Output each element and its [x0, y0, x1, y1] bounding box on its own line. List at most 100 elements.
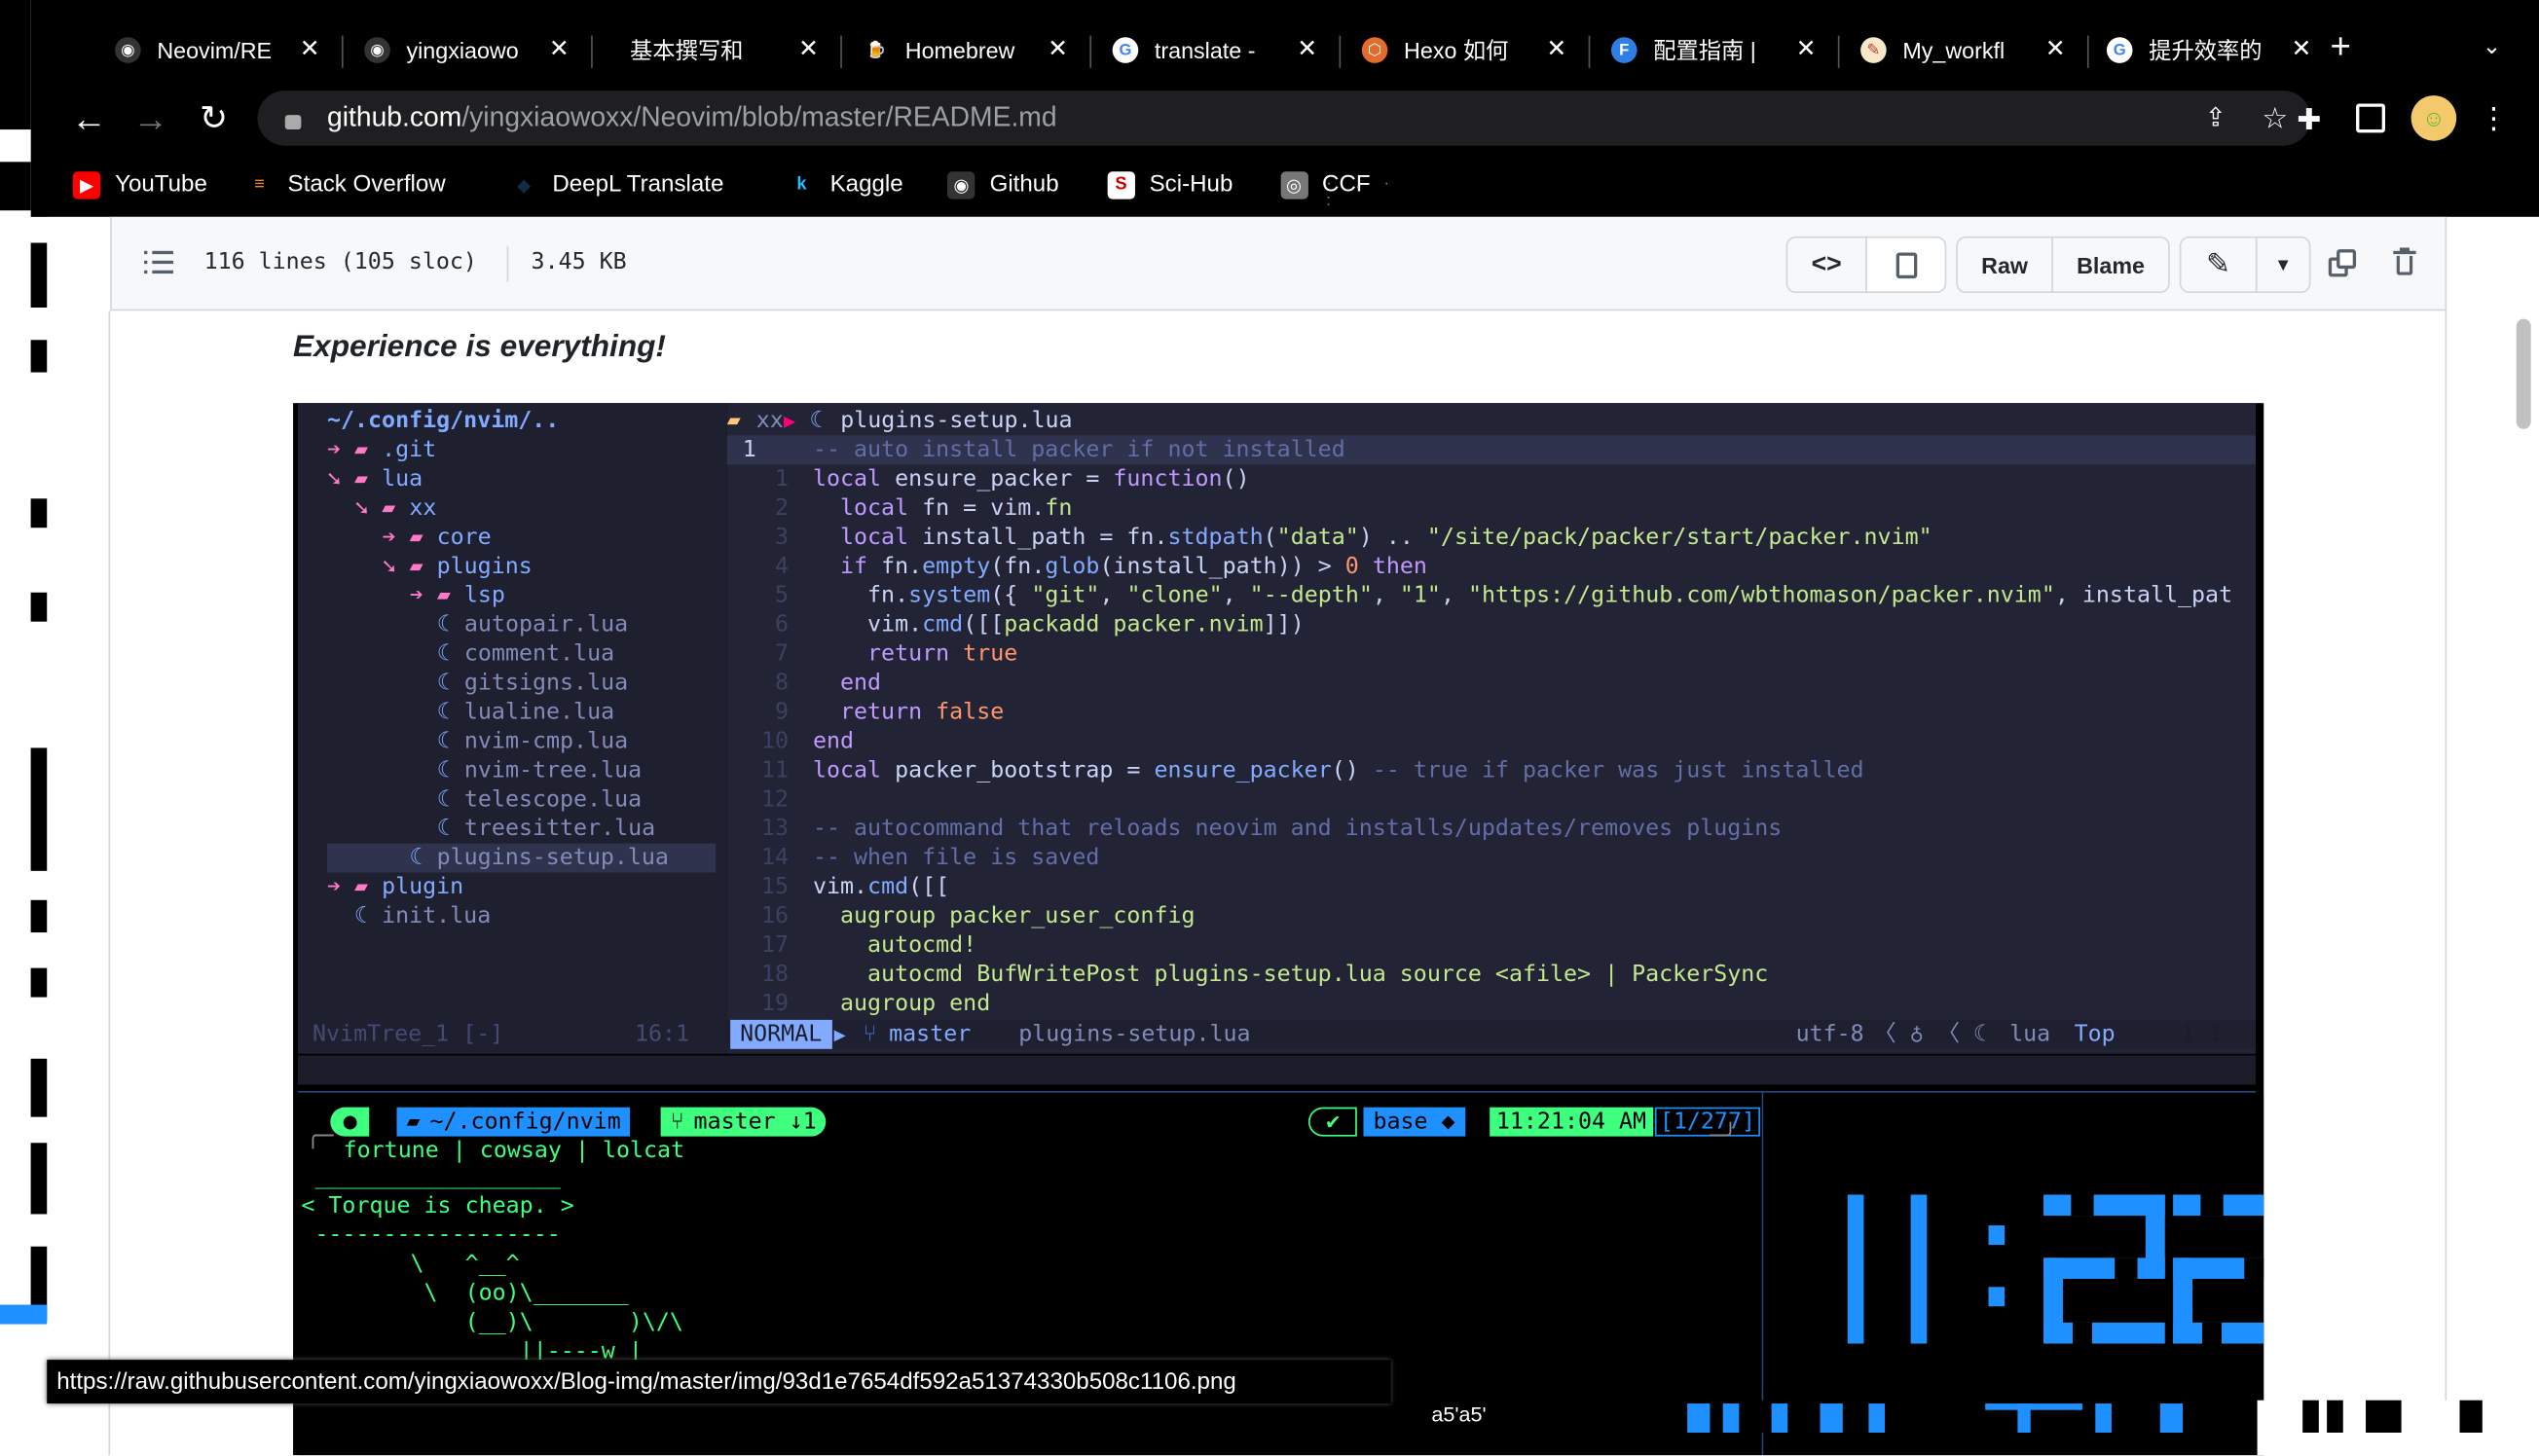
history-counter: [1/277] [1654, 1107, 1761, 1137]
tab-2[interactable]: ◉ yingxiaowo [364, 22, 535, 78]
code-line[interactable]: end [813, 727, 854, 756]
cowsay-line: \ (oo)\_______ [301, 1280, 629, 1307]
tree-item[interactable]: ☾ lualine.lua [410, 698, 614, 727]
tree-item[interactable]: ☾ telescope.lua [410, 785, 642, 815]
code-line[interactable]: local install_path = fn.stdpath("data") … [813, 523, 1932, 552]
tree-item[interactable]: ☾ autopair.lua [410, 610, 628, 639]
tab-3[interactable]: 基本撰写和 [613, 22, 759, 78]
tab-6[interactable]: ⬡ Hexo 如何 [1361, 22, 1533, 78]
line-number: 14 [760, 845, 790, 871]
extensions-puzzle-icon[interactable]: ✚ [2292, 102, 2328, 138]
code-line[interactable]: augroup packer_user_config [813, 901, 1196, 930]
preview-view-button[interactable] [1865, 236, 1947, 294]
new-tab-icon[interactable]: + [2330, 26, 2350, 68]
tree-root-path: ~/.config/nvim/.. [326, 408, 560, 434]
page-scrollbar[interactable] [2516, 318, 2531, 429]
code-line[interactable]: if fn.empty(fn.glob(install_path)) > 0 t… [813, 552, 1427, 581]
tree-item[interactable]: ☾ init.lua [327, 901, 491, 930]
code-line[interactable]: augroup end [813, 989, 990, 1018]
tree-item[interactable]: ➔ ▰ plugin [327, 873, 463, 902]
tree-item[interactable]: ➔ ▰ core [383, 523, 492, 552]
edit-dropdown-button[interactable]: ▼ [2255, 236, 2311, 294]
tab-9[interactable]: G 提升效率的 [2106, 22, 2278, 78]
tab-close-icon[interactable]: ✕ [1796, 34, 1817, 63]
code-view-button[interactable]: <> [1785, 236, 1867, 294]
youtube-icon: ▶ [72, 170, 101, 199]
code-token: 0 [1344, 553, 1359, 580]
tab-close-icon[interactable]: ✕ [798, 34, 819, 63]
bookmark-kaggle[interactable]: k Kaggle [788, 166, 902, 202]
code-line[interactable]: fn.system({ "git", "clone", "--depth", "… [813, 581, 2232, 610]
code-line[interactable]: autocmd! [813, 930, 976, 960]
tab-7[interactable]: F 配置指南 | [1610, 22, 1783, 78]
copy-icon[interactable] [2328, 249, 2358, 278]
blame-button[interactable]: Blame [2051, 236, 2170, 294]
tab-4[interactable]: 🍺 Homebrew [864, 22, 1035, 78]
lua-file-icon: ☾ [326, 903, 383, 929]
forward-arrow-icon[interactable]: → [131, 98, 170, 139]
shell-command: fortune | cowsay | lolcat [343, 1138, 685, 1164]
tab-close-icon[interactable]: ✕ [1297, 34, 1317, 63]
bookmark-stack-overflow[interactable]: ≡ Stack Overflow [245, 166, 446, 202]
profile-avatar[interactable]: ☺ [2410, 95, 2457, 141]
line-number: 5 [774, 582, 790, 609]
code-line[interactable]: autocmd BufWritePost plugins-setup.lua s… [813, 960, 1768, 989]
code-token: false [936, 699, 1005, 726]
git-branch-icon: ⑂ [863, 1021, 877, 1048]
tab-8[interactable]: ✎ My_workfl [1860, 22, 2032, 78]
code-line[interactable]: -- auto install packer if not installed [813, 435, 1345, 464]
trash-icon[interactable] [2393, 247, 2416, 276]
tree-item[interactable]: ➔ ▰ lsp [410, 581, 505, 610]
reload-icon[interactable]: ↻ [195, 97, 234, 139]
tab-search-chevron-icon[interactable]: ⌄ [2483, 32, 2502, 59]
outline-list-icon[interactable] [144, 249, 173, 275]
tab-1[interactable]: ◉ Neovim/RE [115, 22, 286, 78]
tab-close-icon[interactable]: ✕ [1048, 34, 1068, 63]
menu-kebab-icon[interactable]: ⋮ [2479, 100, 2508, 136]
tree-item[interactable]: ➘ ▰ xx [354, 493, 436, 523]
line-number: 1 [742, 437, 756, 463]
hexo-icon-favicon: ⬡ [1361, 37, 1388, 63]
tree-item[interactable]: ➔ ▰ .git [327, 435, 436, 464]
tree-item[interactable]: ☾ nvim-tree.lua [410, 756, 642, 785]
code-line[interactable]: return false [813, 698, 1004, 727]
tree-item[interactable]: ☾ treesitter.lua [410, 815, 655, 844]
code-line[interactable]: local fn = vim.fn [813, 493, 1072, 523]
shell-time: 11:21:04 AM [1495, 1109, 1647, 1135]
tab-close-icon[interactable]: ✕ [1546, 34, 1566, 63]
tab-close-icon[interactable]: ✕ [2045, 34, 2066, 63]
tab-close-icon[interactable]: ✕ [300, 34, 320, 63]
edit-pencil-button[interactable]: ✎ [2179, 236, 2258, 294]
tab-5[interactable]: Gtranslate - [1112, 22, 1284, 78]
tree-item[interactable]: ➘ ▰ lua [327, 464, 423, 493]
tree-item[interactable]: ☾ plugins-setup.lua [383, 844, 669, 873]
sidebar-panel-icon[interactable] [2356, 103, 2385, 133]
address-bar[interactable]: github.com/yingxiaowoxx/Neovim/blob/mast… [257, 91, 2311, 146]
bookmark-youtube[interactable]: ▶ YouTube [72, 166, 207, 202]
bookmark-github[interactable]: ◉ Github [947, 166, 1059, 202]
raw-button[interactable]: Raw [1956, 236, 2054, 294]
code-line[interactable]: -- autocommand that reloads neovim and i… [813, 815, 1782, 844]
bookmark-deepl-translate[interactable]: ◆ DeepL Translate [510, 166, 723, 202]
tree-item[interactable]: ☾ gitsigns.lua [410, 669, 628, 698]
code-line[interactable]: local packer_bootstrap = ensure_packer()… [813, 756, 1864, 785]
share-icon[interactable]: ⇪ [2205, 102, 2226, 134]
code-token: () [1331, 757, 1373, 784]
bookmark-star-icon[interactable]: ☆ [2262, 101, 2288, 135]
code-line[interactable]: -- when file is saved [813, 844, 1099, 873]
tree-item[interactable]: ➘ ▰ plugins [383, 552, 533, 581]
statusline-position: Top [2074, 1021, 2116, 1048]
code-line[interactable]: return true [813, 639, 1017, 669]
code-line[interactable]: vim.cmd([[packadd packer.nvim]]) [813, 610, 1305, 639]
back-arrow-icon[interactable]: ← [70, 98, 109, 139]
code-line[interactable]: local ensure_packer = function() [813, 464, 1250, 493]
code-line[interactable]: end [813, 669, 881, 698]
tree-item-label: plugins-setup.lua [436, 845, 669, 871]
bookmark-sci-hub[interactable]: S Sci-Hub [1107, 166, 1233, 202]
tree-item[interactable]: ☾ comment.lua [410, 639, 614, 669]
tree-item[interactable]: ☾ nvim-cmp.lua [410, 727, 628, 756]
code-token: ensure_packer [1154, 757, 1332, 784]
tab-close-icon[interactable]: ✕ [2292, 34, 2312, 63]
tab-close-icon[interactable]: ✕ [549, 34, 570, 63]
code-line[interactable]: vim.cmd([[ [813, 873, 949, 902]
